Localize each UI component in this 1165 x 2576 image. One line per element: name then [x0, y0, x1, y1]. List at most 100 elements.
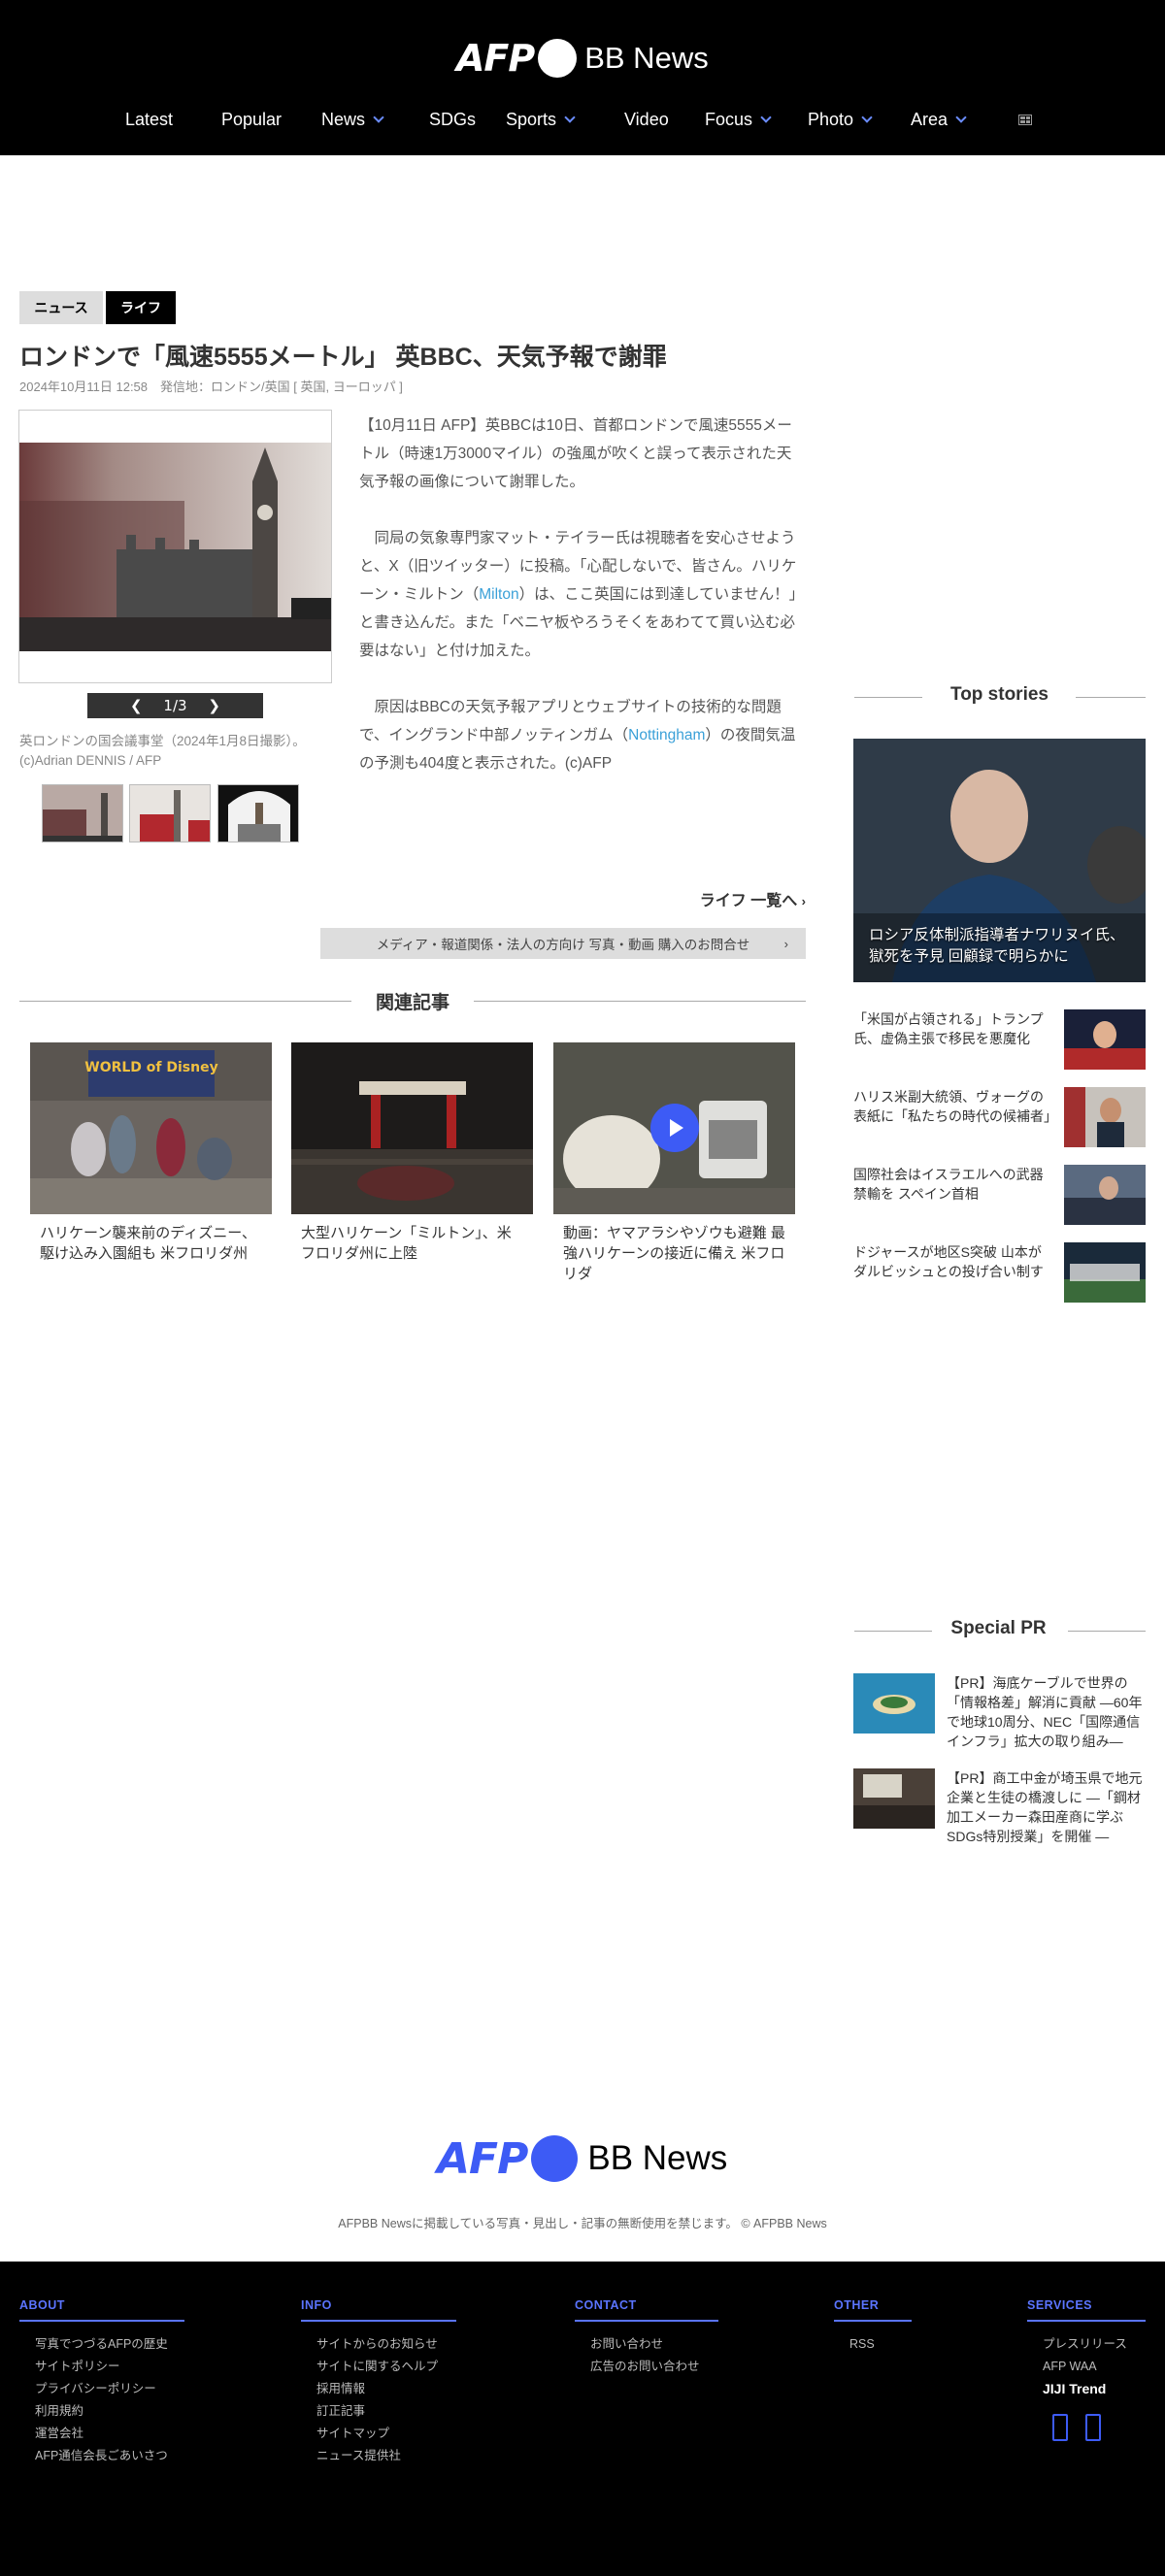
purchase-inquiry-button[interactable]: メディア・報道関係・法人の方向け 写真・動画 購入のお問合せ ›	[320, 928, 806, 959]
nav-news[interactable]: News	[321, 105, 384, 134]
footer-link[interactable]: AFP WAA	[1027, 2356, 1146, 2378]
footer-logo-bb: BB News	[587, 2139, 728, 2177]
footer-link-jiji-trend[interactable]: JIJI Trend	[1027, 2378, 1146, 2400]
chevron-down-icon	[760, 112, 772, 123]
pr-item[interactable]: 【PR】海底ケーブルで世界の「情報格差」解消に貢献 ―60年で地球10周分、NE…	[853, 1673, 1146, 1753]
footer-link[interactable]: 利用規約	[19, 2400, 184, 2423]
logo-bb: BB News	[584, 41, 709, 75]
article-paragraph: 原因はBBCの天気予報アプリとウェブサイトの技術的な問題で、イングランド中部ノッ…	[359, 693, 806, 777]
top-story-item[interactable]: 国際社会はイスラエルへの武器禁輸を スペイン首相	[853, 1165, 1146, 1225]
tag-news[interactable]: ニュース	[19, 291, 103, 324]
gallery-pager: ❮ 1/3 ❯	[87, 693, 263, 718]
top-story-title: 国際社会はイスラエルへの武器禁輸を スペイン首相	[853, 1167, 1044, 1202]
thumb-image	[218, 785, 298, 842]
social-icon[interactable]	[1085, 2414, 1101, 2441]
nav-label: Sports	[506, 109, 557, 129]
related-title: 関連記事	[375, 993, 449, 1013]
site-logo[interactable]: AFP BB News	[456, 35, 709, 82]
nav-area[interactable]: Area	[911, 105, 967, 134]
main-photo[interactable]	[19, 443, 331, 651]
article-paragraph: 同局の気象専門家マット・テイラー氏は視聴者を安心させようと、X（旧ツイッター）に…	[359, 524, 806, 665]
article-headline: ロンドンで「風速5555メートル」 英BBC、天気予報で謝罪	[19, 344, 667, 371]
footer-link[interactable]: サイトマップ	[301, 2423, 456, 2445]
top-story-title: ハリス米副大統領、ヴォーグの表紙に「私たちの時代の候補者」	[853, 1089, 1057, 1124]
nottingham-link[interactable]: Nottingham	[628, 727, 705, 743]
pr-title: 【PR】商工中金が埼玉県で地元企業と生徒の橋渡しに ―「鋼材加工メーカー森田産商…	[947, 1770, 1143, 1844]
nav-popular[interactable]: Popular	[221, 105, 282, 134]
parliament-photo	[19, 443, 331, 651]
footer-heading: CONTACT	[575, 2298, 718, 2322]
main-nav: Latest Popular News SDGs Sports Video Fo…	[0, 105, 1165, 134]
footer-link[interactable]: 写真でつづるAFPの歴史	[19, 2333, 184, 2356]
social-icons	[1027, 2414, 1146, 2445]
top-story-title: ドジャースが地区S突破 山本がダルビッシュとの投げ合い制す	[853, 1244, 1044, 1279]
footer-link[interactable]: 訂正記事	[301, 2400, 456, 2423]
divider	[19, 1001, 351, 1002]
footer-logo[interactable]: AFP BB News	[437, 2131, 727, 2186]
site-footer: ABOUT 写真でつづるAFPの歴史 サイトポリシー プライバシーポリシー 利用…	[0, 2262, 1165, 2576]
chevron-down-icon	[861, 112, 873, 123]
top-story-item[interactable]: 「米国が占領される」トランプ氏、虚偽主張で移民を悪魔化	[853, 1009, 1146, 1070]
life-list-link[interactable]: ライフ 一覧へ ›	[660, 887, 806, 910]
top-stories-title: Top stories	[950, 684, 1048, 705]
nav-menu[interactable]	[1018, 105, 1032, 134]
footer-link[interactable]: ニュース提供社	[301, 2445, 456, 2467]
article-meta: 2024年10月11日 12:58 発信地：ロンドン/英国 [ 英国, ヨーロッ…	[19, 380, 403, 394]
nav-sports[interactable]: Sports	[506, 105, 576, 134]
thumb-image	[130, 785, 210, 842]
nav-latest[interactable]: Latest	[125, 105, 173, 134]
footer-link[interactable]: サイトからのお知らせ	[301, 2333, 456, 2356]
footer-link[interactable]: プライバシーポリシー	[19, 2378, 184, 2400]
top-story-feature[interactable]: ロシア反体制派指導者ナワリヌイ氏、獄死を予見 回顧録で明らかに	[853, 739, 1146, 982]
tag-life[interactable]: ライフ	[106, 291, 176, 324]
chevron-down-icon	[373, 112, 384, 123]
article-paragraph: 【10月11日 AFP】英BBCは10日、首都ロンドンで風速5555メートル（時…	[359, 417, 792, 490]
milton-link[interactable]: Milton	[479, 586, 518, 603]
footer-link[interactable]: 運営会社	[19, 2423, 184, 2445]
footer-link[interactable]: AFP通信会長ごあいさつ	[19, 2445, 184, 2467]
top-story-item[interactable]: ハリス米副大統領、ヴォーグの表紙に「私たちの時代の候補者」	[853, 1087, 1146, 1147]
social-icon[interactable]	[1052, 2414, 1068, 2441]
related-item-title[interactable]: 大型ハリケーン「ミルトン」、米フロリダ州に上陸	[301, 1223, 519, 1264]
footer-link[interactable]: プレスリリース	[1027, 2333, 1146, 2356]
top-story-title: 「米国が占領される」トランプ氏、虚偽主張で移民を悪魔化	[853, 1011, 1044, 1046]
footer-heading: INFO	[301, 2298, 456, 2322]
next-arrow-icon[interactable]: ❯	[208, 697, 220, 714]
pr-item[interactable]: 【PR】商工中金が埼玉県で地元企業と生徒の橋渡しに ―「鋼材加工メーカー森田産商…	[853, 1768, 1146, 1848]
related-image[interactable]: WORLD of Disney	[30, 1042, 272, 1214]
nav-video[interactable]: Video	[624, 105, 669, 134]
related-image[interactable]	[291, 1042, 533, 1214]
nav-label: SDGs	[429, 109, 477, 129]
nav-label: Photo	[808, 109, 854, 129]
footer-link[interactable]: RSS	[834, 2333, 912, 2356]
nav-label: News	[321, 109, 366, 129]
related-item-title[interactable]: 動画：ヤマアラシやゾウも避難 最強ハリケーンの接近に備え 米フロリダ	[563, 1223, 796, 1284]
divider	[1068, 1631, 1146, 1632]
footer-link[interactable]: 採用情報	[301, 2378, 456, 2400]
top-story-thumb	[1064, 1165, 1146, 1225]
footer-link[interactable]: お問い合わせ	[575, 2333, 718, 2356]
footer-link[interactable]: 広告のお問い合わせ	[575, 2356, 718, 2378]
nav-label: Focus	[705, 109, 753, 129]
footer-heading: ABOUT	[19, 2298, 184, 2322]
divider	[854, 1631, 932, 1632]
gallery-thumb[interactable]	[217, 784, 299, 842]
copyright-notice: AFPBB Newsに掲載している写真・見出し・記事の無断使用を禁じます。 © …	[338, 2217, 827, 2230]
nav-focus[interactable]: Focus	[705, 105, 772, 134]
nav-photo[interactable]: Photo	[808, 105, 873, 134]
footer-link[interactable]: サイトポリシー	[19, 2356, 184, 2378]
top-story-item[interactable]: ドジャースが地区S突破 山本がダルビッシュとの投げ合い制す	[853, 1242, 1146, 1303]
pr-thumb	[853, 1673, 935, 1734]
footer-column-other: OTHER RSS	[834, 2298, 912, 2356]
related-image[interactable]	[553, 1042, 795, 1214]
gallery-thumb[interactable]	[42, 784, 123, 842]
prev-arrow-icon[interactable]: ❮	[130, 697, 143, 714]
gallery-thumb[interactable]	[129, 784, 211, 842]
divider	[854, 697, 922, 698]
footer-column-services: SERVICES プレスリリース AFP WAA JIJI Trend	[1027, 2298, 1146, 2445]
nav-sdgs[interactable]: SDGs	[429, 105, 476, 134]
play-icon[interactable]	[650, 1104, 699, 1152]
related-item-title[interactable]: ハリケーン襲来前のディズニー、駆け込み入園組も 米フロリダ州	[40, 1223, 258, 1264]
flood-photo	[291, 1042, 533, 1214]
footer-link[interactable]: サイトに関するヘルプ	[301, 2356, 456, 2378]
